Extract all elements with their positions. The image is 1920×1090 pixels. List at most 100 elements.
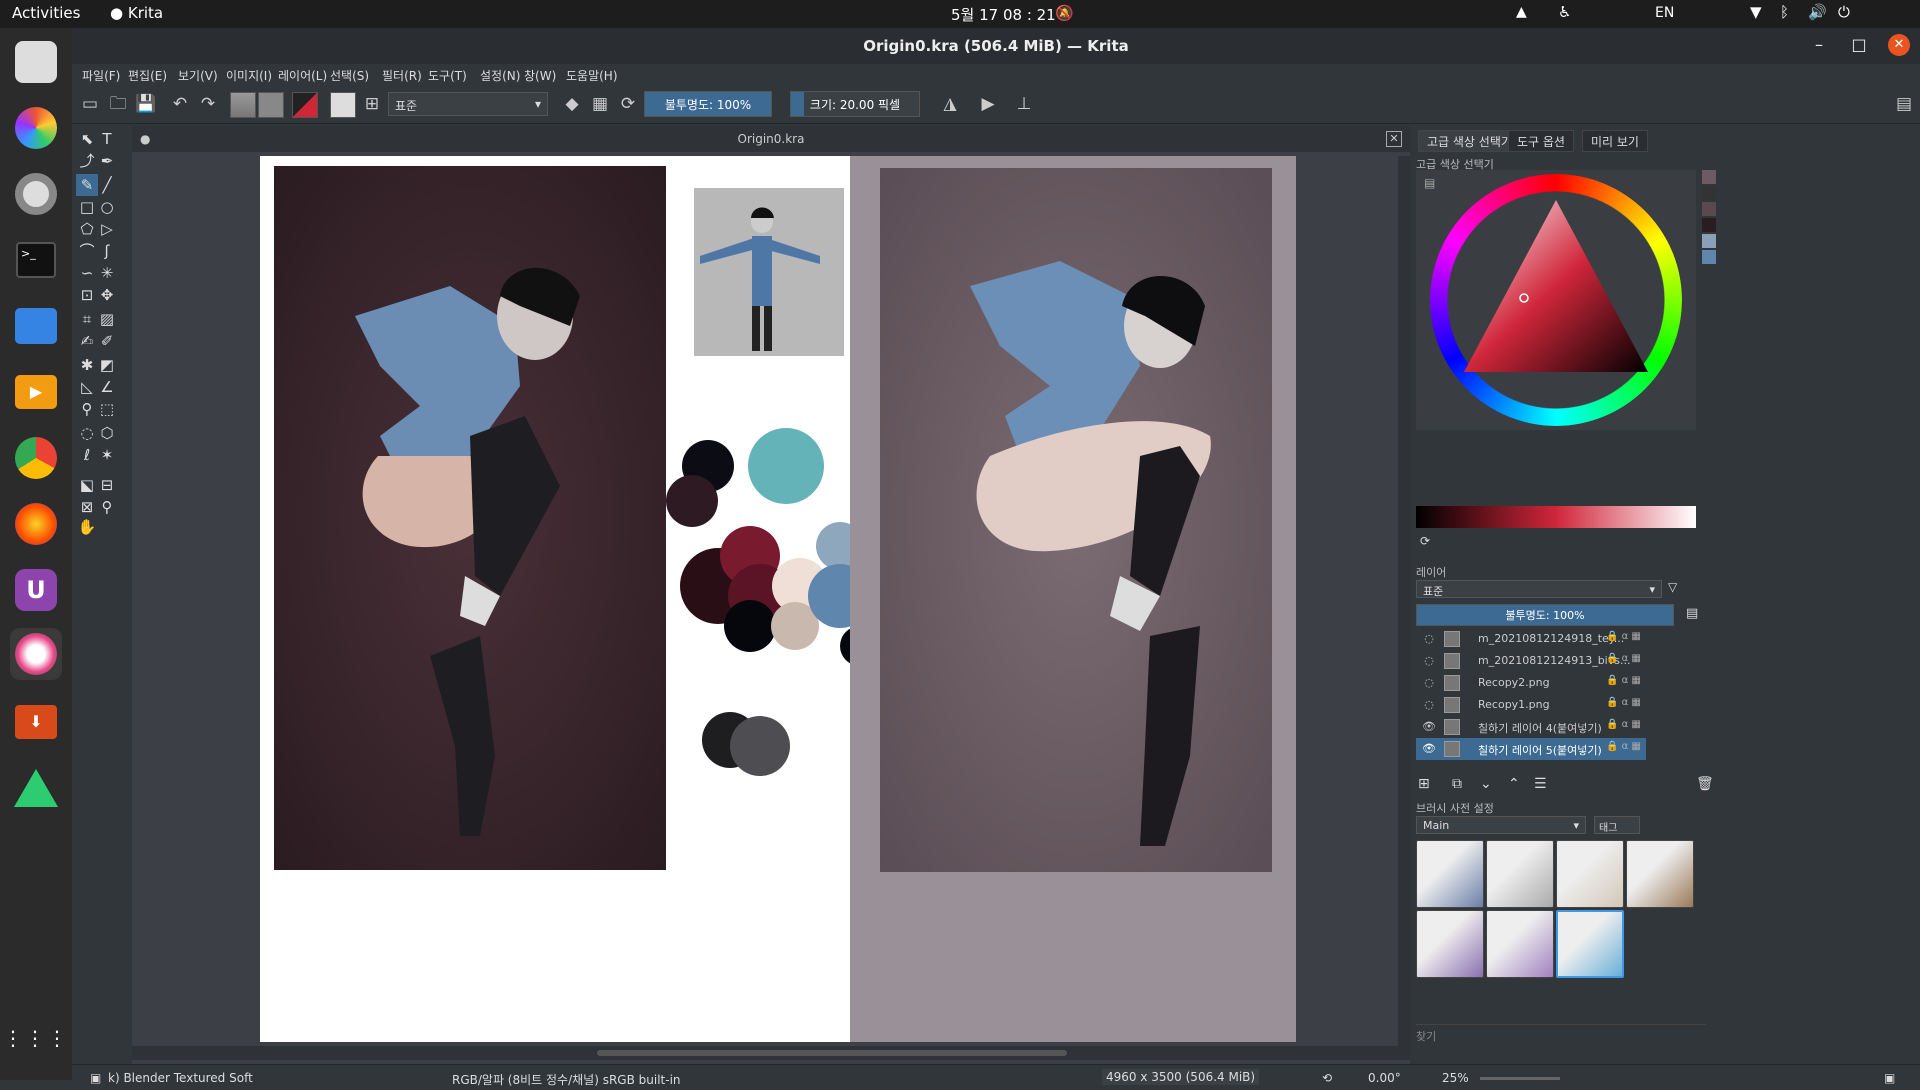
new-document-icon[interactable]: ▭	[78, 92, 102, 116]
lock-icon[interactable]: 🔒 α ▦	[1606, 741, 1644, 757]
move-up-icon[interactable]: ⌃	[1508, 776, 1520, 792]
brush-preset-thumbnail[interactable]	[1486, 840, 1554, 908]
brush-preset-thumbnail[interactable]	[1556, 840, 1624, 908]
layer-row[interactable]: ◌ Recopy2.png 🔒 α ▦	[1416, 672, 1646, 694]
fit-page-icon[interactable]: ▣	[1884, 1071, 1895, 1085]
power-icon[interactable]: ⏻	[1838, 3, 1850, 21]
eye-icon[interactable]: 👁	[1422, 742, 1436, 756]
save-icon[interactable]: 💾	[134, 92, 158, 116]
image-dimensions[interactable]: 4960 x 3500 (506.4 MiB)	[1102, 1069, 1260, 1085]
layer-list[interactable]: ◌ m_20210812124918_tey... 🔒 α ▦ ◌ m_20210812…	[1414, 628, 1694, 772]
size-slider[interactable]: 크기: 20.00 픽셀	[790, 91, 920, 117]
menu-item[interactable]: 창(W)	[524, 67, 556, 84]
select-icon[interactable]: ⬉	[76, 128, 98, 150]
lock-icon[interactable]: 🔒 α ▦	[1606, 653, 1644, 669]
notification-off-icon[interactable]: 🔕	[1055, 4, 1074, 22]
freehand-select-icon[interactable]: ℓ	[76, 444, 98, 466]
color-indicator-icon[interactable]: ▲	[1516, 4, 1527, 20]
move-down-icon[interactable]: ⌄	[1480, 776, 1492, 792]
canvas-area[interactable]: ● Origin0.kra ✕	[132, 126, 1410, 1064]
layer-properties-icon[interactable]: ▤	[1686, 606, 1698, 621]
eye-hidden-icon[interactable]: ◌	[1422, 676, 1436, 690]
brush-preset-thumbnail[interactable]	[1626, 840, 1694, 908]
color-selector[interactable]: ▤	[1416, 170, 1696, 430]
brush-preset-thumbnail[interactable]	[1416, 910, 1484, 978]
activities-button[interactable]: Activities	[12, 4, 80, 22]
docker-tab[interactable]: 미리 보기	[1582, 130, 1648, 152]
firefox-icon[interactable]	[10, 498, 62, 550]
menu-item[interactable]: 편집(E)	[128, 67, 167, 84]
zoom-icon[interactable]: ⚲	[96, 496, 118, 518]
contiguous-select-icon[interactable]: ✶	[96, 444, 118, 466]
duplicate-layer-icon[interactable]: ⧉	[1452, 776, 1462, 792]
filter-icon[interactable]: ▽	[1668, 580, 1677, 594]
mirror-vertical-icon[interactable]: ▶	[976, 92, 1000, 116]
layer-settings-icon[interactable]: ☰	[1534, 776, 1547, 792]
docker-tab[interactable]: 도구 옵션	[1508, 130, 1574, 152]
text-icon[interactable]: T	[96, 128, 118, 150]
menu-item[interactable]: 선택(S)	[330, 67, 369, 84]
zoom-value[interactable]: 25%	[1442, 1071, 1469, 1085]
clock[interactable]: 5월 17 08 : 21	[951, 4, 1056, 25]
input-language[interactable]: EN	[1655, 5, 1674, 21]
bluetooth-icon[interactable]: ᛒ	[1780, 3, 1789, 21]
layer-opacity-slider[interactable]: 불투명도: 100%	[1416, 604, 1674, 626]
refresh-icon[interactable]: ⟳	[1420, 534, 1430, 548]
horizontal-scrollbar[interactable]	[132, 1046, 1410, 1060]
multibrush-icon[interactable]: ✳	[96, 262, 118, 284]
color-wheel[interactable]	[1416, 170, 1696, 430]
gradient-swatch[interactable]	[230, 92, 256, 118]
wifi-icon[interactable]: ▼	[1750, 3, 1762, 21]
delete-layer-icon[interactable]: 🗑	[1696, 776, 1714, 792]
colorize-icon[interactable]: ✐	[96, 330, 118, 352]
lock-icon[interactable]: 🔒 α ▦	[1606, 719, 1644, 735]
lock-icon[interactable]: 🔒 α ▦	[1606, 631, 1644, 647]
poly-select-icon[interactable]: ⬡	[96, 422, 118, 444]
krita-icon[interactable]	[10, 36, 62, 88]
layer-blend-combo[interactable]: 표준 ▾	[1416, 580, 1662, 598]
gradient-icon[interactable]: ▨	[96, 308, 118, 330]
krita-active-icon[interactable]	[10, 628, 62, 680]
eye-hidden-icon[interactable]: ◌	[1422, 698, 1436, 712]
files-icon[interactable]	[10, 300, 62, 352]
toolbox-icon[interactable]	[10, 762, 62, 814]
line-icon[interactable]: ╱	[96, 174, 118, 196]
canvas-paper[interactable]	[260, 156, 1296, 1042]
layer-row[interactable]: ◌ Recopy1.png 🔒 α ▦	[1416, 694, 1646, 716]
rect-select-icon[interactable]: ⬚	[96, 398, 118, 420]
terminal-icon[interactable]: >_	[10, 234, 62, 286]
scroll-thumb[interactable]	[597, 1050, 1067, 1056]
brush-status-icon[interactable]: ▣	[90, 1071, 101, 1085]
crop-icon[interactable]: ⌗	[76, 308, 98, 330]
wrap-around-icon[interactable]: ⊥	[1012, 92, 1036, 116]
bezier-icon[interactable]: ⌒	[76, 240, 98, 262]
layer-row[interactable]: 👁 칠하기 레이어 5(붙여넣기) 🔒 α ▦	[1416, 738, 1646, 760]
brush-preset-button[interactable]	[330, 92, 356, 118]
rotation-value[interactable]: 0.00°	[1368, 1071, 1401, 1085]
menu-item[interactable]: 이미지(I)	[226, 67, 272, 84]
similar-select-icon[interactable]: ⬕	[76, 474, 98, 496]
apps-grid-icon[interactable]: ⋮⋮⋮	[3, 1012, 67, 1064]
bezier-select-icon[interactable]: ⊟	[96, 474, 118, 496]
docker-toggle-icon[interactable]: ▤	[1892, 92, 1916, 116]
menu-item[interactable]: 설정(N)	[480, 67, 520, 84]
document-tab[interactable]: ● Origin0.kra ✕	[132, 126, 1410, 152]
color-picker-app-icon[interactable]	[10, 102, 62, 154]
layer-row[interactable]: ◌ m_20210812124918_tey... 🔒 α ▦	[1416, 628, 1646, 650]
tag-button[interactable]: 태그	[1594, 816, 1640, 834]
calligraphy-icon[interactable]: ✒	[96, 150, 118, 172]
brush-preset-thumbnail[interactable]	[1556, 910, 1624, 978]
eraser-icon[interactable]: ◆	[560, 92, 584, 116]
alpha-lock-icon[interactable]: ▦	[588, 92, 612, 116]
move-icon[interactable]: ✥	[96, 284, 118, 306]
freehand-path-icon[interactable]: ʃ	[96, 240, 118, 262]
edit-shape-icon[interactable]: ⤴	[76, 150, 98, 172]
eye-hidden-icon[interactable]: ◌	[1422, 632, 1436, 646]
hsv-strip[interactable]	[1416, 506, 1696, 528]
add-layer-icon[interactable]: ⊞	[1418, 776, 1430, 792]
color-selector-menu-icon[interactable]: ▤	[1424, 176, 1435, 190]
mirror-horizontal-icon[interactable]: ◮	[938, 92, 962, 116]
polyline-icon[interactable]: ▷	[96, 218, 118, 240]
eye-icon[interactable]: 👁	[1422, 720, 1436, 734]
ellipse-icon[interactable]: ○	[96, 196, 118, 218]
